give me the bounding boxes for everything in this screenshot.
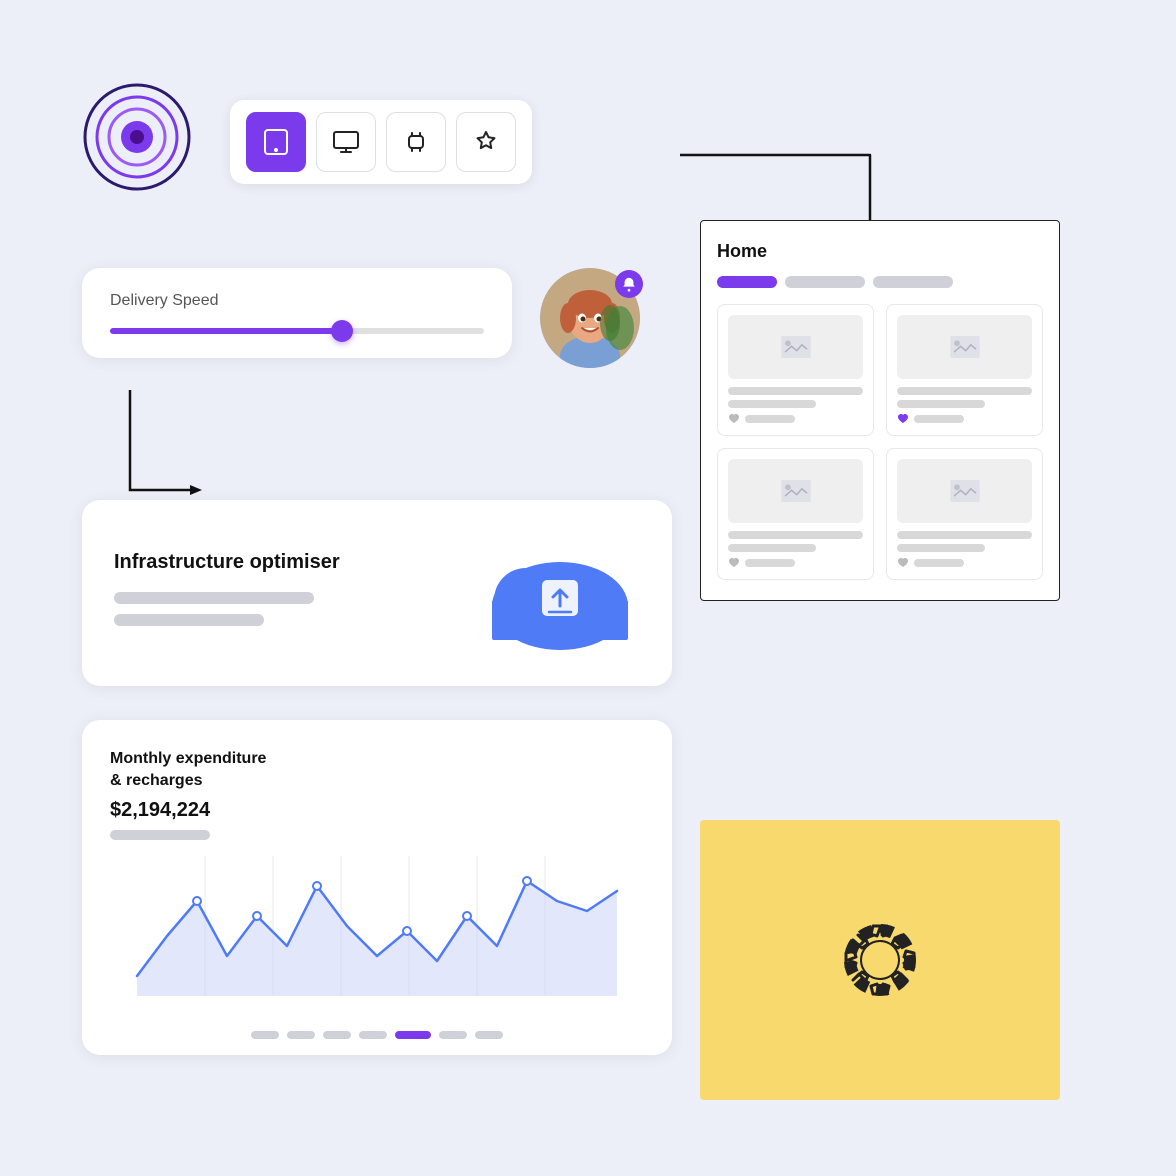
slider-thumb[interactable] [331, 320, 353, 342]
chart-dot-2[interactable] [287, 1031, 315, 1039]
avatar-container [540, 268, 645, 373]
desktop-button[interactable] [316, 112, 376, 172]
tab-pill-3[interactable] [873, 276, 953, 288]
chart-dot-1[interactable] [251, 1031, 279, 1039]
home-panel: Home [700, 220, 1060, 601]
heart-icon-4 [897, 557, 909, 569]
infra-bar-wide [114, 592, 314, 604]
mini-card-2 [886, 304, 1043, 436]
chart-dots [110, 1031, 644, 1039]
chart-area-svg [110, 856, 644, 1016]
heart-icon-2 [897, 413, 909, 425]
gear-icon [820, 900, 940, 1020]
settings-panel [700, 820, 1060, 1100]
favorite-button[interactable] [456, 112, 516, 172]
tab-pill-1[interactable] [717, 276, 777, 288]
infra-left: Infrastructure optimiser [114, 551, 340, 636]
mini-card-img-2 [897, 315, 1032, 379]
mini-card-img-1 [728, 315, 863, 379]
mini-card-3 [717, 448, 874, 580]
chart-dot-3[interactable] [323, 1031, 351, 1039]
tab-pills [717, 276, 1043, 288]
mini-card-1 [717, 304, 874, 436]
notification-badge[interactable] [615, 270, 643, 298]
chart-amount: $2,194,224 [110, 799, 644, 822]
home-panel-title: Home [717, 241, 1043, 262]
device-switcher [230, 100, 532, 184]
mini-card-img-4 [897, 459, 1032, 523]
tab-pill-2[interactable] [785, 276, 865, 288]
slider-fill [110, 328, 342, 334]
mini-card-4 [886, 448, 1043, 580]
chart-dot-7[interactable] [475, 1031, 503, 1039]
infra-bar-medium [114, 614, 264, 626]
chart-dot-6[interactable] [439, 1031, 467, 1039]
chart-title: Monthly expenditure& recharges [110, 748, 644, 793]
delivery-speed-card: Delivery Speed [82, 268, 512, 358]
chart-dot-5[interactable] [395, 1031, 431, 1039]
chart-dot-4[interactable] [359, 1031, 387, 1039]
cards-grid [717, 304, 1043, 580]
delivery-speed-label: Delivery Speed [110, 292, 484, 310]
cloud-upload-container [480, 528, 640, 658]
chart-sub-bar [110, 830, 210, 840]
heart-icon-1 [728, 413, 740, 425]
heart-icon-3 [728, 557, 740, 569]
mini-card-img-3 [728, 459, 863, 523]
speed-slider-track[interactable] [110, 328, 484, 334]
target-icon [82, 82, 192, 192]
infra-title: Infrastructure optimiser [114, 551, 340, 574]
chart-card: Monthly expenditure& recharges $2,194,22… [82, 720, 672, 1055]
watch-button[interactable] [386, 112, 446, 172]
tablet-button[interactable] [246, 112, 306, 172]
infra-card: Infrastructure optimiser [82, 500, 672, 686]
